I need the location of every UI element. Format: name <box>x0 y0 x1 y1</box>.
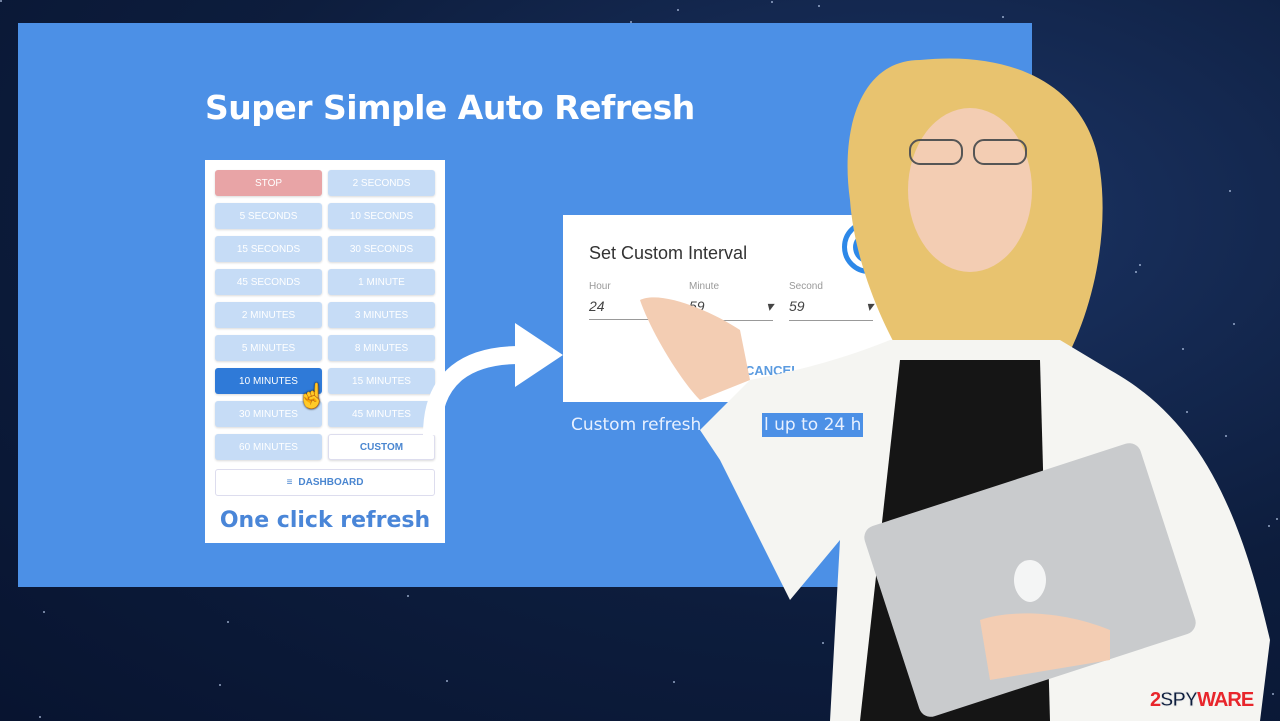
star <box>219 684 221 686</box>
interval-button[interactable]: 45 MINUTES <box>328 401 435 427</box>
interval-button[interactable]: 3 MINUTES <box>328 302 435 328</box>
interval-button[interactable]: 5 MINUTES <box>215 335 322 361</box>
refresh-button-grid: ≡ DASHBOARD One click refresh STOP 2 SECON… <box>205 160 445 543</box>
star <box>43 611 45 613</box>
star <box>771 1 773 3</box>
interval-button[interactable]: STOP <box>215 170 322 196</box>
star <box>446 680 448 682</box>
star <box>227 621 229 623</box>
slide-title: Super Simple Auto Refresh <box>205 88 695 127</box>
hand-cursor-icon: ☝ <box>297 383 327 410</box>
menu-icon: ≡ <box>286 477 293 488</box>
one-click-label: One click refresh <box>219 508 431 533</box>
interval-button[interactable]: 30 SECONDS <box>328 236 435 262</box>
interval-button[interactable]: 2 MINUTES <box>215 302 322 328</box>
star <box>1002 16 1004 18</box>
arrow-icon <box>423 323 563 436</box>
interval-button[interactable]: 45 SECONDS <box>215 269 322 295</box>
interval-button[interactable]: 1 MINUTE <box>328 269 435 295</box>
interval-button[interactable]: 60 MINUTES <box>215 434 322 460</box>
star <box>0 0 2 2</box>
star <box>407 595 409 597</box>
interval-button[interactable]: 15 SECONDS <box>215 236 322 262</box>
star <box>818 5 820 7</box>
star <box>39 716 41 718</box>
interval-button[interactable]: 5 SECONDS <box>215 203 322 229</box>
interval-button[interactable]: 15 MINUTES <box>328 368 435 394</box>
star <box>677 9 679 11</box>
caption-right: l up to 24 h <box>762 413 864 437</box>
interval-button[interactable]: CUSTOM <box>328 434 435 460</box>
interval-button[interactable]: 2 SECONDS <box>328 170 435 196</box>
presenter-photo <box>640 58 1270 721</box>
interval-button[interactable]: 8 MINUTES <box>328 335 435 361</box>
2spyware-logo: 2SPYWARE <box>1150 689 1254 712</box>
interval-button[interactable]: 10 SECONDS <box>328 203 435 229</box>
dashboard-button[interactable]: ≡ DASHBOARD <box>215 469 435 496</box>
